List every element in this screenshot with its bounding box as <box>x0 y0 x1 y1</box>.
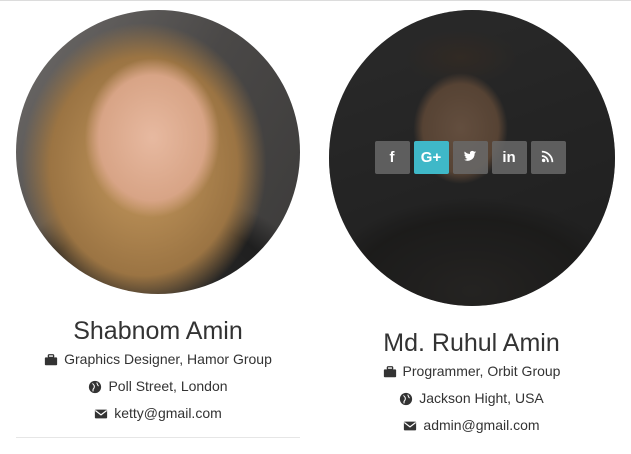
member-email[interactable]: ketty@gmail.com <box>16 400 300 427</box>
briefcase-icon <box>383 365 397 379</box>
team-member-card-shabnom: Shabnom Amin Graphics Designer, Hamor Gr… <box>16 10 300 438</box>
top-divider <box>0 0 631 1</box>
globe-icon <box>88 380 102 394</box>
google-plus-button[interactable]: G+ <box>413 141 449 174</box>
member-location: Jackson Hight, USA <box>328 385 615 412</box>
facebook-icon: f <box>389 149 395 166</box>
team-member-card-ruhul: f G+ in Md. Ruhul Amin Programmer, Orbit… <box>328 10 615 439</box>
facebook-button[interactable]: f <box>374 141 410 174</box>
envelope-icon <box>403 419 417 433</box>
member-email[interactable]: admin@gmail.com <box>328 412 615 439</box>
member-name: Md. Ruhul Amin <box>383 329 560 357</box>
social-links: f G+ in <box>374 141 566 174</box>
member-role: Graphics Designer, Hamor Group <box>16 346 300 373</box>
avatar <box>16 10 300 294</box>
google-plus-icon: G+ <box>420 149 442 166</box>
rss-icon <box>541 149 555 167</box>
envelope-icon <box>94 407 108 421</box>
globe-icon <box>399 392 413 406</box>
linkedin-icon: in <box>502 149 516 166</box>
twitter-icon <box>463 149 477 167</box>
member-name: Shabnom Amin <box>73 317 243 345</box>
member-location: Poll Street, London <box>16 373 300 400</box>
rss-button[interactable] <box>530 141 566 174</box>
twitter-button[interactable] <box>452 141 488 174</box>
briefcase-icon <box>44 353 58 367</box>
member-role: Programmer, Orbit Group <box>328 358 615 385</box>
avatar: f G+ in <box>328 10 615 306</box>
linkedin-button[interactable]: in <box>491 141 527 174</box>
card-divider <box>16 437 300 438</box>
